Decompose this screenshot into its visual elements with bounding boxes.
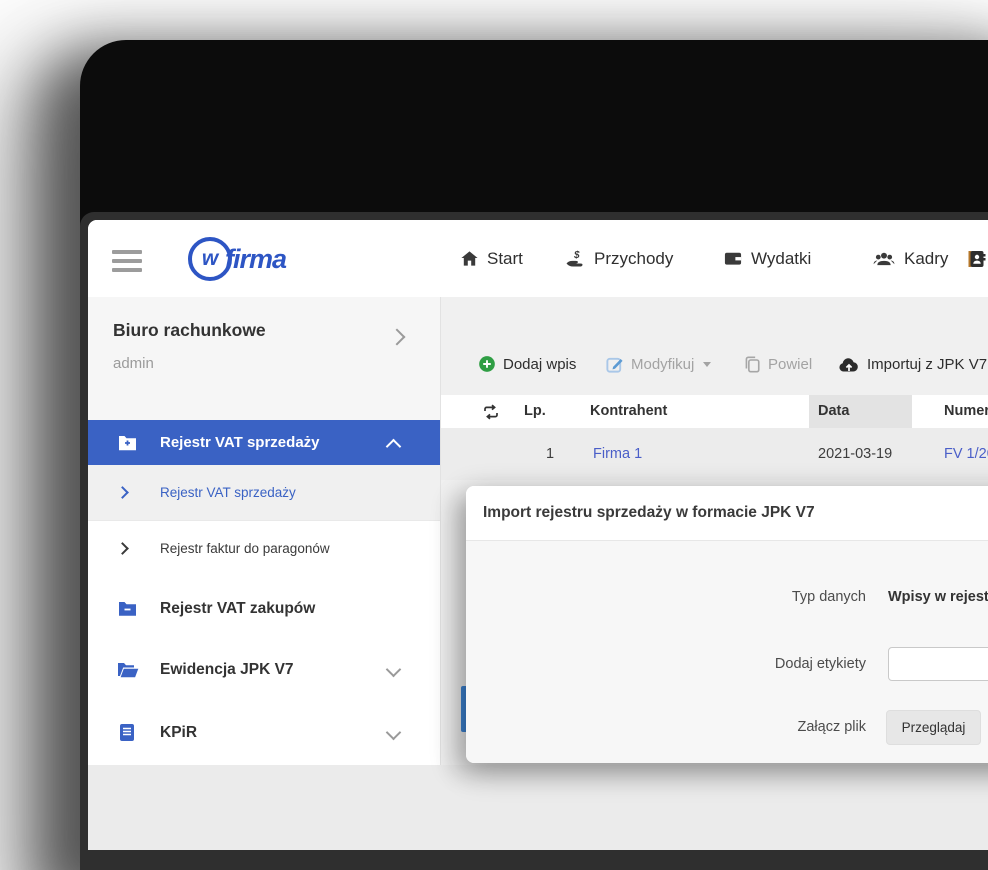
users-icon [872,249,896,268]
col-lp[interactable]: Lp. [524,395,546,428]
sidebar-item-ewidencja-jpk[interactable]: Ewidencja JPK V7 [88,640,440,700]
folder-minus-icon [117,601,138,617]
company-switcher[interactable]: Biuro rachunkowe admin [88,297,440,420]
modal-header: Import rejestru sprzedaży w formacie JPK… [466,486,988,541]
chevron-right-icon [116,486,129,499]
repeat-icon[interactable] [481,402,501,422]
page-footer-area [88,765,988,850]
add-entry-button[interactable]: Dodaj wpis [478,349,576,379]
sidebar-subitem-rejestr-faktur[interactable]: Rejestr faktur do paragonów [88,520,440,578]
sidebar-item-kpir[interactable]: KPiR [88,700,440,765]
folder-open-icon [117,662,139,678]
table-row[interactable]: 1 Firma 1 2021-03-19 FV 1/2021 [441,428,988,480]
svg-text:$: $ [573,250,580,261]
modal-body: Typ danych Wpisy w rejestrze Dodaj etyki… [466,541,988,763]
cell-lp: 1 [546,428,554,480]
home-icon [460,249,479,268]
import-jpk-button[interactable]: Importuj z JPK V7 [838,349,987,379]
nav-item-wydatki[interactable]: Wydatki [723,220,811,297]
plus-circle-icon [478,355,496,373]
modal-title: Import rejestru sprzedaży w formacie JPK… [483,486,815,540]
sidebar-item-rejestr-vat-sprzedazy[interactable]: Rejestr VAT sprzedaży [88,420,440,465]
folder-plus-icon [117,434,138,451]
book-icon [119,723,135,742]
company-user: admin [113,355,154,372]
nav-item-crm[interactable] [966,220,988,297]
labels-input[interactable] [888,647,988,681]
cell-data: 2021-03-19 [818,428,892,480]
chevron-up-icon [386,439,402,455]
table-header: Lp. Kontrahent Data Numer [441,395,988,428]
col-data[interactable]: Data [818,395,849,428]
screenshot-canvas: { "brand": {"logo_text_w": "w", "logo_te… [0,0,988,850]
copy-icon [743,355,761,374]
caret-down-icon [703,362,711,367]
col-kontrahent[interactable]: Kontrahent [590,395,667,428]
wallet-icon [723,249,743,268]
field-label-typ-danych: Typ danych [466,589,866,605]
duplicate-button[interactable]: Powiel [743,349,812,379]
chevron-down-icon [386,725,402,741]
wfirma-logo[interactable]: w firma [188,237,286,281]
nav-item-kadry[interactable]: Kadry [872,220,948,297]
col-numer[interactable]: Numer [944,395,988,428]
modify-button[interactable]: Modyfikuj [605,349,711,379]
field-label-etykiety: Dodaj etykiety [466,656,866,672]
hamburger-menu-icon[interactable] [112,250,142,272]
cell-kontrahent-link[interactable]: Firma 1 [593,428,642,480]
hand-dollar-icon: $ [565,249,586,269]
logo-wordmark: firma [225,244,286,275]
app-viewport: w firma Start $ Przychody Wydatki [88,220,988,850]
chevron-right-icon [389,329,406,346]
top-navbar: w firma Start $ Przychody Wydatki [88,220,988,297]
nav-item-start[interactable]: Start [460,220,523,297]
address-book-icon [966,249,986,269]
chevron-down-icon [386,662,402,678]
field-label-zalacz-plik: Załącz plik [466,719,866,735]
nav-item-przychody[interactable]: $ Przychody [565,220,673,297]
cell-numer-link[interactable]: FV 1/2021 [944,428,988,480]
browse-file-button[interactable]: Przeglądaj [886,710,981,745]
sidebar-item-rejestr-vat-zakupow[interactable]: Rejestr VAT zakupów [88,577,440,640]
cloud-upload-icon [838,355,860,373]
edit-icon [605,355,624,374]
chevron-right-icon [116,542,129,555]
field-value-typ-danych: Wpisy w rejestrze [888,589,988,605]
import-jpk-modal: Import rejestru sprzedaży w formacie JPK… [466,486,988,763]
sidebar-subitem-rejestr-vat-sprzedazy[interactable]: Rejestr VAT sprzedaży [88,465,440,520]
company-name: Biuro rachunkowe [113,320,266,341]
